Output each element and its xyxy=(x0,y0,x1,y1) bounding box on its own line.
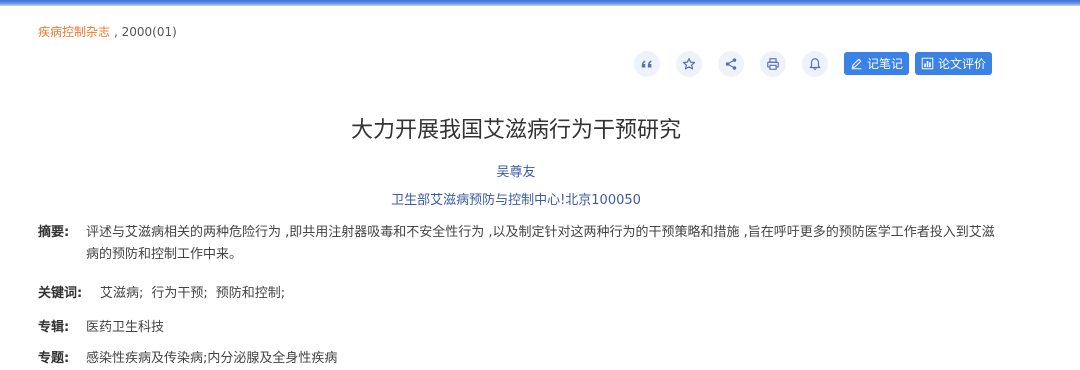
pencil-icon xyxy=(851,58,862,70)
journal-issue: , 2000(01) xyxy=(114,25,177,39)
print-button[interactable] xyxy=(760,51,786,77)
keywords-label: 关键词: xyxy=(38,286,83,301)
paper-review-button[interactable]: 论文评价 xyxy=(915,52,993,75)
author-link[interactable]: 吴尊友 xyxy=(0,161,1032,180)
keyword-list: 艾滋病; 行为干预; 预防和控制; xyxy=(100,283,293,305)
article-title: 大力开展我国艾滋病行为干预研究 xyxy=(350,118,681,143)
star-icon xyxy=(682,57,696,70)
share-button[interactable] xyxy=(718,51,744,77)
cite-button[interactable] xyxy=(634,51,660,77)
topic-value: 感染性疾病及传染病;内分泌腺及全身性疾病 xyxy=(86,351,338,366)
bar-chart-icon xyxy=(921,57,934,70)
take-notes-label: 记笔记 xyxy=(867,57,904,71)
special-value: 医药卫生科技 xyxy=(86,320,165,335)
abstract-label: 摘要: xyxy=(38,225,70,240)
favorite-button[interactable] xyxy=(676,51,702,77)
top-accent-bar xyxy=(0,0,1080,6)
share-icon xyxy=(725,58,737,70)
journal-source: 疾病控制杂志 , 2000(01) xyxy=(38,23,177,40)
quote-icon xyxy=(641,60,652,68)
subscribe-button[interactable] xyxy=(802,51,828,77)
keyword-link[interactable]: 预防和控制; xyxy=(216,286,285,301)
keyword-link[interactable]: 行为干预; xyxy=(151,286,207,301)
take-notes-button[interactable]: 记笔记 xyxy=(844,52,910,75)
topic-label: 专题: xyxy=(38,351,70,366)
special-label: 专辑: xyxy=(38,320,70,335)
abstract-text: 评述与艾滋病相关的两种危险行为 ,即共用注射器吸毒和不安全性行为 ,以及制定针对… xyxy=(86,225,995,262)
journal-link[interactable]: 疾病控制杂志 xyxy=(38,25,110,39)
keyword-link[interactable]: 艾滋病; xyxy=(100,286,143,301)
affiliation-link[interactable]: 卫生部艾滋病预防与控制中心!北京100050 xyxy=(0,189,1032,208)
print-icon xyxy=(767,58,779,70)
paper-review-label: 论文评价 xyxy=(938,57,987,71)
bell-icon xyxy=(809,58,821,70)
